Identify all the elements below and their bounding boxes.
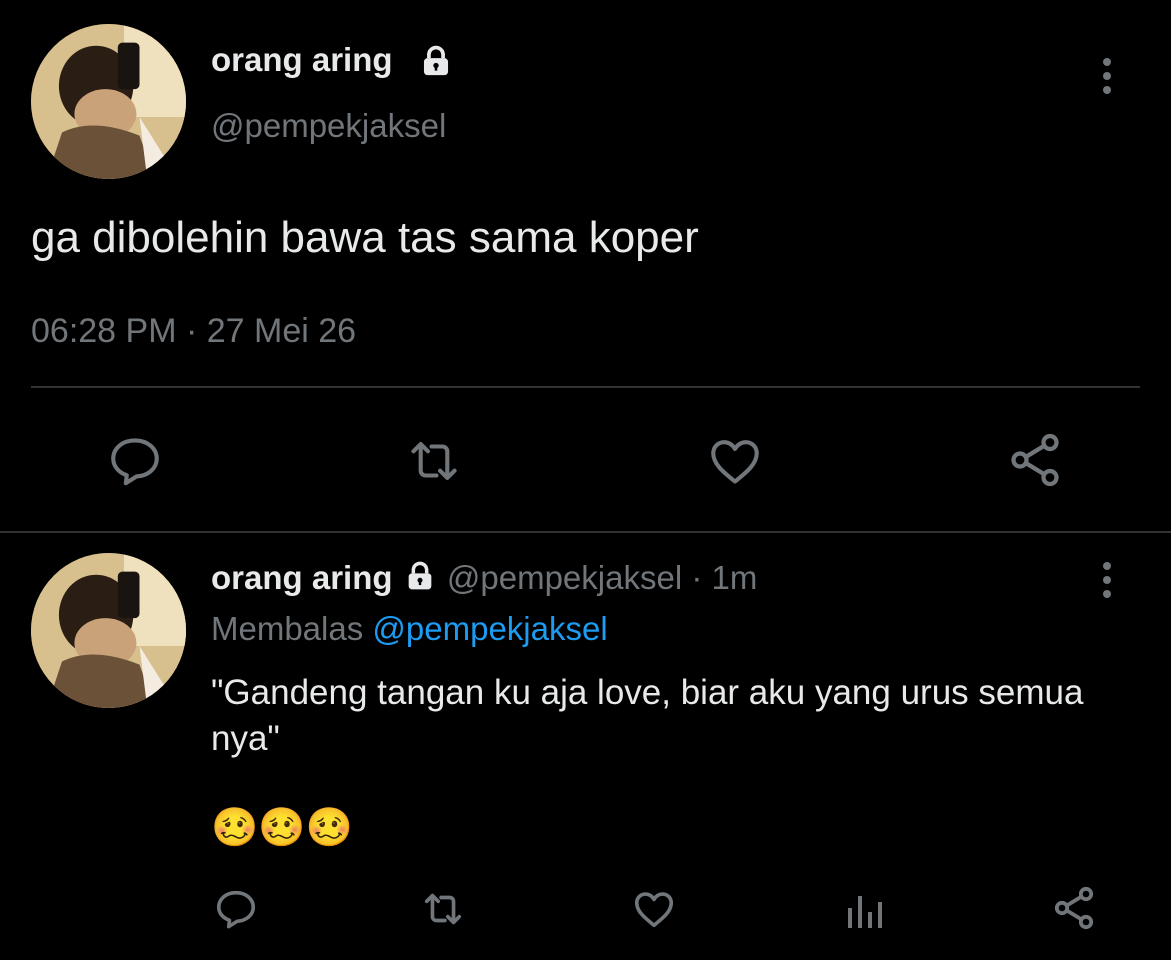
replying-to-link[interactable]: @pempekjaksel [372, 610, 607, 647]
more-options-icon[interactable] [1096, 56, 1118, 96]
tweet-age[interactable]: 1m [712, 559, 758, 596]
lock-icon [418, 44, 454, 78]
display-name[interactable]: orang aring [211, 40, 393, 80]
reply-icon[interactable] [212, 886, 260, 932]
reply-text: "Gandeng tangan ku aja love, biar aku ya… [211, 673, 1084, 758]
avatar[interactable] [31, 553, 186, 708]
retweet-icon[interactable] [416, 886, 470, 932]
replying-to-line: Membalas @pempekjaksel [211, 609, 608, 649]
like-icon[interactable] [704, 432, 766, 490]
avatar-photo [31, 553, 186, 708]
timestamp[interactable]: 06:28 PM · 27 Mei 26 [31, 310, 356, 352]
more-options-icon[interactable] [1096, 560, 1118, 600]
analytics-icon[interactable] [840, 888, 888, 932]
display-name-text: orang aring [211, 41, 393, 78]
avatar[interactable] [31, 24, 186, 179]
separator-dot: · [691, 559, 703, 596]
section-divider [0, 531, 1171, 533]
replying-prefix: Membalas [211, 610, 364, 647]
woozy-face-emoji: 🥴 [258, 807, 306, 849]
emoji-row: 🥴🥴🥴 [211, 805, 353, 851]
like-icon[interactable] [630, 886, 678, 932]
tweet-text: ga dibolehin bawa tas sama koper [31, 213, 699, 262]
reply-icon[interactable] [104, 432, 166, 490]
avatar-photo [31, 24, 186, 179]
display-name[interactable]: orang aring [211, 559, 393, 596]
handle[interactable]: @pempekjaksel [211, 106, 446, 146]
handle[interactable]: @pempekjaksel [447, 559, 682, 596]
woozy-face-emoji: 🥴 [211, 807, 259, 849]
lock-icon [402, 560, 438, 592]
divider [31, 386, 1140, 388]
retweet-icon[interactable] [400, 432, 468, 490]
share-icon[interactable] [1004, 430, 1066, 490]
woozy-face-emoji: 🥴 [305, 807, 353, 849]
reply-header: orang aring @pempekjaksel · 1m [211, 558, 757, 598]
share-icon[interactable] [1050, 884, 1098, 932]
